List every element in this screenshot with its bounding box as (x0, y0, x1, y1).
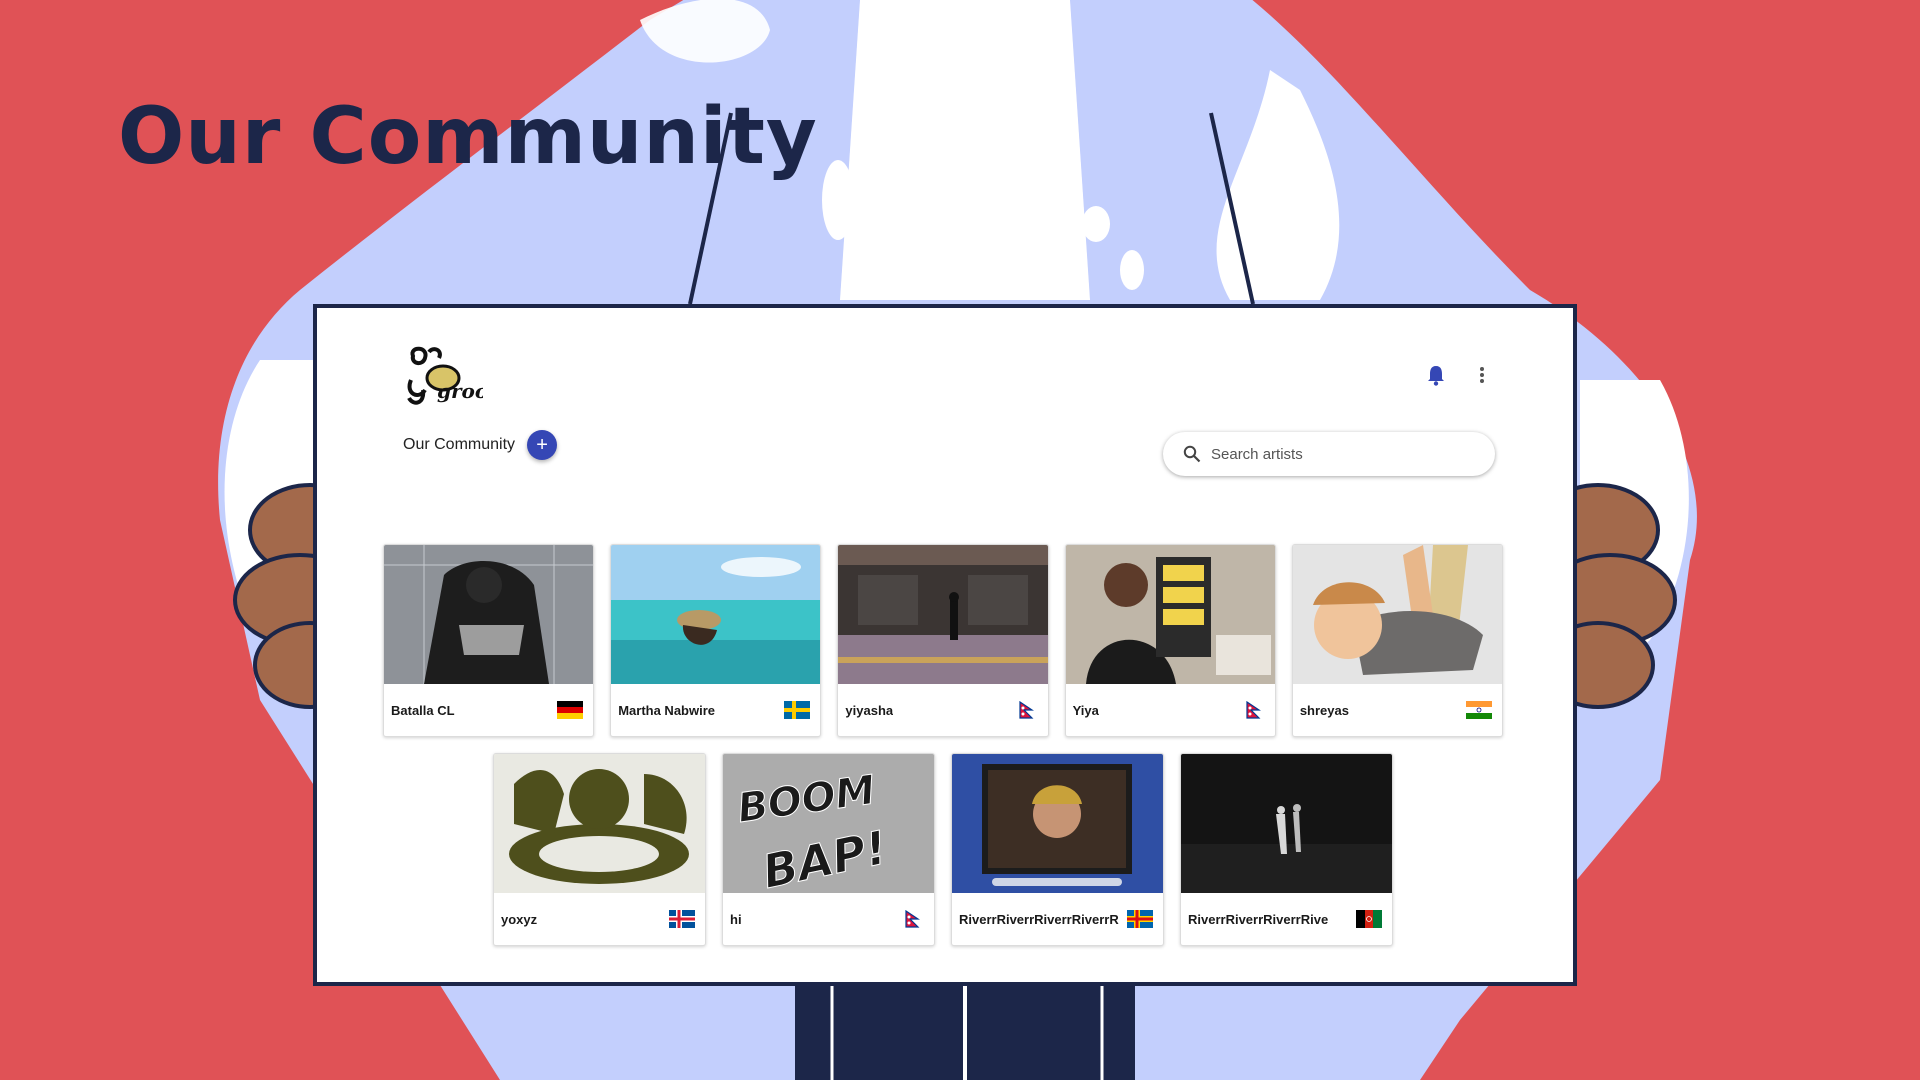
card-footer: RiverrRiverrRiverrRiverrR (952, 893, 1163, 945)
card-footer: RiverrRiverrRiverrRive (1181, 893, 1392, 945)
search-icon (1183, 445, 1201, 463)
artist-thumbnail (1181, 754, 1392, 893)
app-window: groove Our Community + (383, 338, 1509, 948)
iceland-flag-icon (669, 910, 695, 928)
india-flag-icon (1466, 701, 1493, 719)
artist-thumbnail (1065, 545, 1275, 684)
artist-grid: Batalla CL Martha Nabwire yiyasha Yiya s… (383, 544, 1504, 962)
artist-thumbnail (952, 754, 1163, 893)
artist-thumbnail (838, 545, 1048, 684)
artist-card[interactable]: BOOM BAP! hi (722, 753, 935, 946)
artist-thumbnail: BOOM BAP! (723, 754, 934, 893)
slide-title: Our Community (118, 92, 818, 182)
bell-icon[interactable] (1423, 362, 1449, 388)
artist-thumbnail (494, 754, 705, 893)
germany-flag-icon (557, 701, 584, 719)
search-input[interactable] (1209, 444, 1473, 464)
artist-card[interactable]: Yiya (1064, 544, 1276, 737)
artist-name: yiyasha (845, 702, 894, 718)
artist-card[interactable]: RiverrRiverrRiverrRive (1180, 753, 1393, 946)
add-artist-button[interactable]: + (527, 430, 558, 460)
section-title: Our Community (403, 436, 516, 453)
card-footer: Batalla CL (384, 684, 593, 736)
figure-spot-3 (1120, 250, 1144, 290)
card-footer: Yiya (1066, 684, 1275, 736)
figure-spot-2 (1082, 206, 1110, 242)
artist-name: hi (730, 911, 742, 927)
artist-card[interactable]: yoxyz (493, 753, 706, 946)
more-vert-icon[interactable] (1469, 362, 1495, 388)
card-footer: yiyasha (838, 684, 1047, 736)
section-header: Our Community + (403, 430, 558, 460)
artist-card[interactable]: Martha Nabwire (610, 544, 822, 737)
card-footer: hi (723, 893, 934, 945)
artist-thumbnail (384, 545, 594, 684)
card-footer: shreyas (1293, 684, 1502, 736)
artist-name: shreyas (1299, 702, 1349, 718)
artist-row: Batalla CL Martha Nabwire yiyasha Yiya s… (383, 544, 1504, 737)
figure-highlight-center (840, 0, 1090, 300)
nepal-flag-icon (905, 910, 920, 928)
artist-card[interactable]: RiverrRiverrRiverrRiverrR (951, 753, 1164, 946)
afghanistan-flag-icon (1356, 910, 1382, 928)
artist-card[interactable]: yiyasha (837, 544, 1049, 737)
artist-card[interactable]: Batalla CL (383, 544, 595, 737)
artist-row: yoxyz BOOM BAP! hi RiverrRiverrRiverrRiv… (383, 753, 1503, 946)
artist-thumbnail (1292, 545, 1503, 684)
search-bar[interactable] (1163, 432, 1495, 476)
artist-name: Batalla CL (391, 702, 455, 718)
logo-text: groove (437, 379, 483, 403)
card-footer: yoxyz (494, 893, 705, 945)
card-footer: Martha Nabwire (611, 684, 820, 736)
figure-spot-1 (822, 160, 854, 240)
artist-name: RiverrRiverrRiverrRiverrR (959, 911, 1119, 927)
artist-name: yoxyz (501, 911, 538, 927)
header-actions (1423, 362, 1495, 388)
artist-thumbnail (611, 545, 821, 684)
artist-card[interactable]: shreyas (1291, 544, 1504, 737)
artist-name: Martha Nabwire (618, 702, 716, 718)
sign-board: groove Our Community + (313, 304, 1577, 986)
nepal-flag-icon (1246, 701, 1261, 719)
aland-flag-icon (1127, 910, 1153, 928)
artist-name: RiverrRiverrRiverrRive (1188, 911, 1329, 927)
app-logo[interactable]: groove (403, 344, 483, 408)
sweden-flag-icon (784, 701, 811, 719)
artist-name: Yiya (1072, 702, 1099, 718)
nepal-flag-icon (1019, 701, 1034, 719)
